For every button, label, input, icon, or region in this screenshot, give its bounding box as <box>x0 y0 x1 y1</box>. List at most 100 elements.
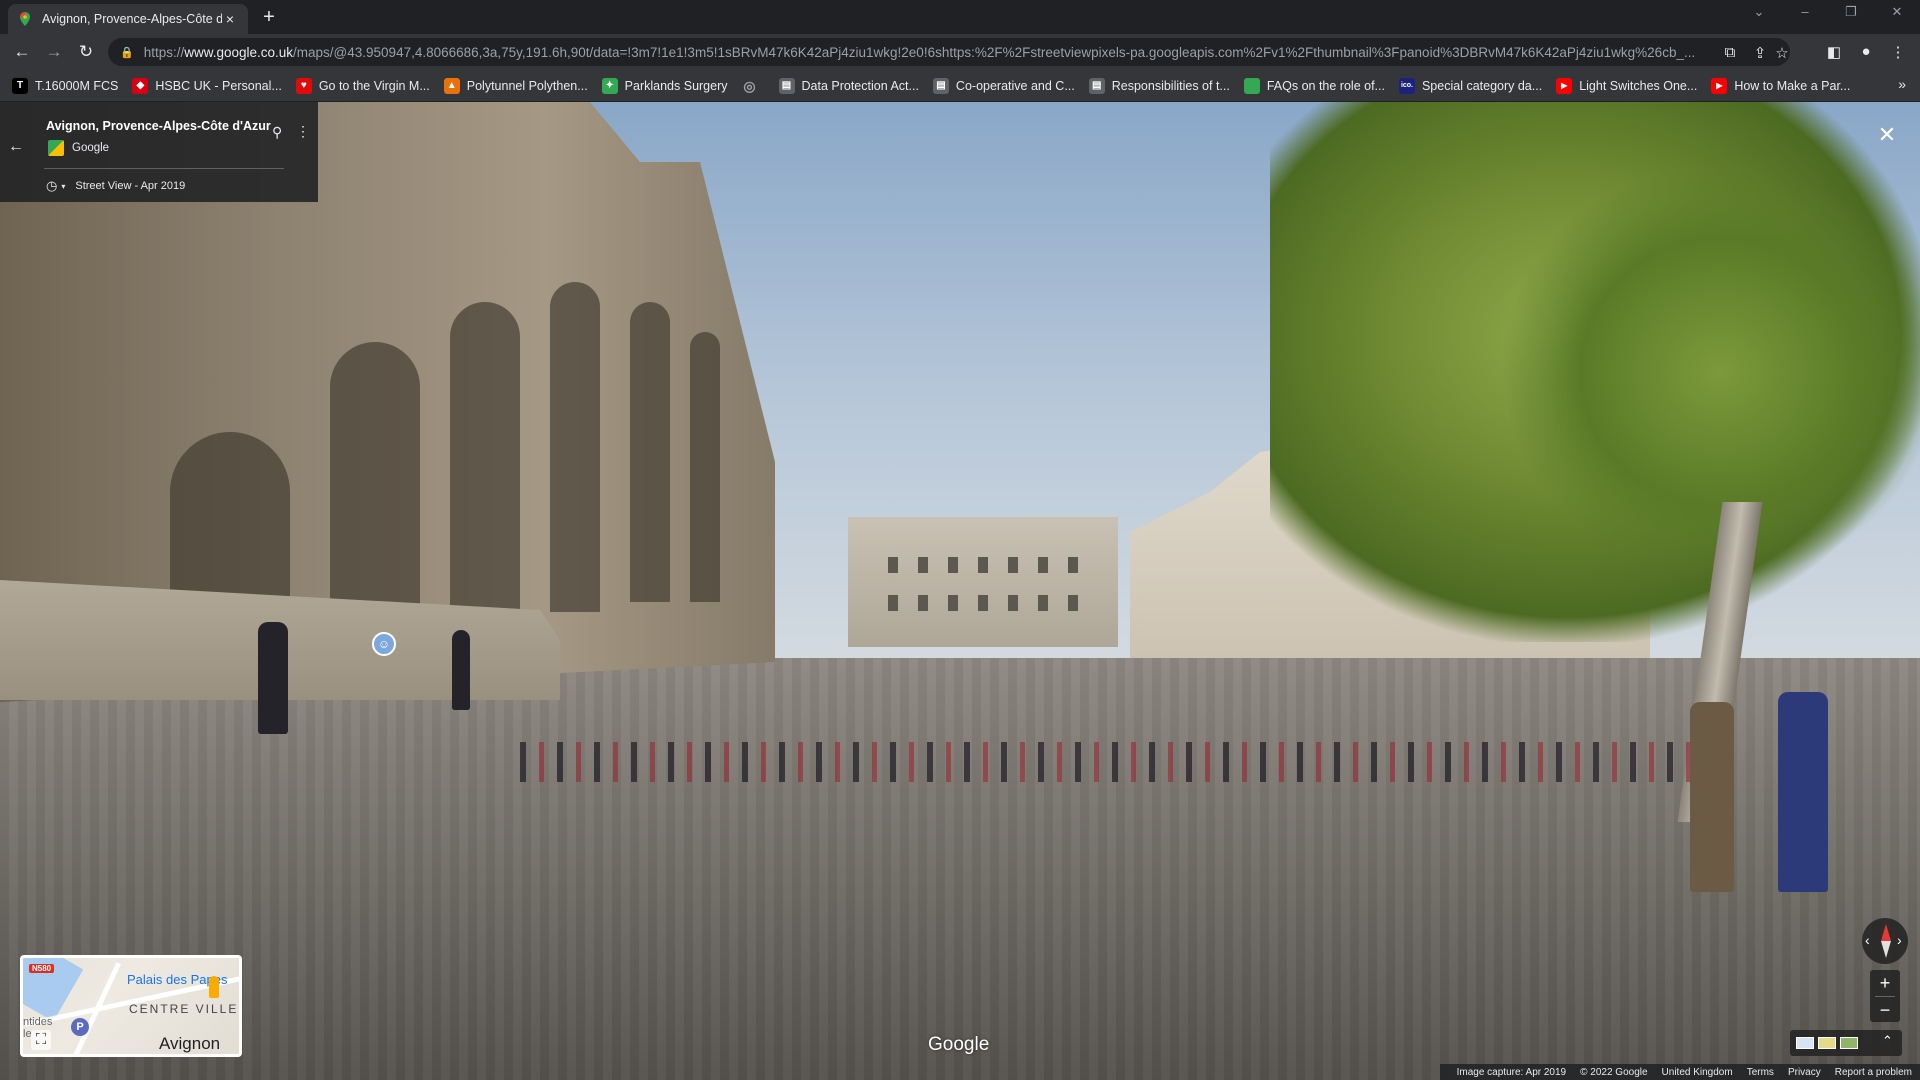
pedestrian <box>452 630 470 710</box>
youtube-icon: ▶ <box>1711 77 1728 94</box>
window-restore-button[interactable]: ❐ <box>1836 4 1866 20</box>
zoom-control: + − <box>1870 970 1900 1022</box>
new-tab-button[interactable]: + <box>258 6 280 29</box>
bookmark-item[interactable]: T T.16000M FCS <box>12 77 118 94</box>
forward-button[interactable]: → <box>43 41 65 63</box>
close-street-view-icon[interactable]: ✕ <box>1872 122 1902 148</box>
bookmark-favicon-icon: ▤ <box>932 77 949 94</box>
tree-foliage <box>1500 162 1920 582</box>
menu-kebab-icon[interactable]: ⋮ <box>1888 43 1908 61</box>
report-problem-link[interactable]: Report a problem <box>1835 1067 1912 1078</box>
globe-icon: ◎ <box>743 77 756 94</box>
bookmark-label: Special category da... <box>1421 78 1543 93</box>
minimap[interactable]: N580 Palais des Papes CENTRE VILLE Avign… <box>20 955 242 1057</box>
bookmark-item[interactable]: ▲ Polytunnel Polythen... <box>443 77 588 94</box>
tab-title: Avignon, Provence-Alpes-Côte d <box>42 12 222 26</box>
share-icon[interactable]: ⇪ <box>1750 44 1770 62</box>
google-watermark: Google <box>928 1034 990 1055</box>
time-travel-button[interactable]: ◷ ▾ Street View - Apr 2019 <box>46 178 185 194</box>
window-minimize-button[interactable]: – <box>1790 4 1820 19</box>
bookmark-label: HSBC UK - Personal... <box>155 78 282 93</box>
bookmark-favicon-icon: ▤ <box>1088 77 1105 94</box>
bookmark-item[interactable]: ▶ How to Make a Par... <box>1711 77 1850 94</box>
bookmark-item[interactable]: ◆ HSBC UK - Personal... <box>132 77 282 94</box>
street-view-panorama[interactable] <box>0 102 1920 1080</box>
bookmark-item[interactable]: ▤ Responsibilities of t... <box>1088 77 1230 94</box>
window-close-button[interactable]: ✕ <box>1882 4 1912 20</box>
layer-thumbnail[interactable] <box>1840 1037 1858 1049</box>
attribution-footer: Image capture: Apr 2019 © 2022 Google Un… <box>1440 1064 1920 1080</box>
bookmark-item[interactable]: ♥ Go to the Virgin M... <box>295 77 430 94</box>
divider <box>44 168 284 169</box>
clock-icon: ◷ <box>46 178 58 193</box>
browser-tab-strip: Avignon, Provence-Alpes-Côte d × + ⌄ – ❐… <box>0 0 1920 34</box>
crowd <box>520 742 1700 782</box>
bookmark-item[interactable]: ◎ <box>742 78 765 94</box>
image-capture-date: Image capture: Apr 2019 <box>1456 1066 1567 1078</box>
pedestrian <box>1690 702 1734 892</box>
open-in-app-icon[interactable]: ⧉ <box>1720 44 1740 61</box>
bookmark-label: Parklands Surgery <box>624 78 728 93</box>
bookmark-label: Co-operative and C... <box>955 78 1075 93</box>
layer-thumbnail[interactable] <box>1818 1037 1836 1049</box>
browser-tab-active[interactable]: Avignon, Provence-Alpes-Côte d × <box>8 4 248 34</box>
parking-icon[interactable]: P <box>71 1018 89 1036</box>
region-link[interactable]: United Kingdom <box>1662 1067 1733 1078</box>
more-options-icon[interactable]: ⋮ <box>296 123 310 140</box>
zoom-in-button[interactable]: + <box>1870 970 1900 996</box>
back-arrow-icon[interactable]: ← <box>6 138 26 156</box>
bookmark-item[interactable]: ✦ Parklands Surgery <box>601 77 728 94</box>
profile-icon[interactable]: ● <box>1856 43 1876 60</box>
layer-thumbnail[interactable] <box>1796 1037 1814 1049</box>
address-bar[interactable]: 🔒 https://www.google.co.uk/maps/@43.9509… <box>108 38 1790 66</box>
url-host: www.google.co.uk <box>184 44 294 60</box>
bookmark-favicon-icon: ▤ <box>778 77 795 94</box>
lock-icon[interactable]: 🔒 <box>120 46 134 59</box>
terms-link[interactable]: Terms <box>1747 1067 1774 1078</box>
expand-map-icon[interactable]: ⛶ <box>31 1030 51 1050</box>
pin-icon[interactable]: ⚲ <box>272 124 282 141</box>
bookmark-item[interactable]: ▤ Data Protection Act... <box>778 77 919 94</box>
pegman-icon[interactable] <box>209 976 219 998</box>
reload-button[interactable]: ↻ <box>75 41 97 63</box>
bookmark-item[interactable]: ▤ Co-operative and C... <box>932 77 1075 94</box>
chevron-down-icon: ▾ <box>61 181 66 191</box>
rotate-left-icon[interactable]: ‹ <box>1865 932 1870 948</box>
road-badge: N580 <box>29 964 55 973</box>
building-center <box>848 517 1118 647</box>
tab-close-icon[interactable]: × <box>222 11 238 27</box>
bookmark-favicon-icon: ◆ <box>132 77 149 94</box>
navigation-marker-icon[interactable]: ☺ <box>372 632 396 656</box>
bookmark-item[interactable]: ▶ Light Switches One... <box>1556 77 1698 94</box>
bookmark-item[interactable]: ico. Special category da... <box>1398 77 1543 94</box>
bookmark-star-icon[interactable]: ☆ <box>1772 44 1792 62</box>
location-title: Avignon, Provence-Alpes-Côte d'Azur <box>46 119 271 133</box>
url-text[interactable]: https://www.google.co.uk/maps/@43.950947… <box>144 45 1734 60</box>
district-label: CENTRE VILLE <box>129 1002 239 1016</box>
maps-pin-icon <box>20 12 30 26</box>
bookmark-label: Responsibilities of t... <box>1111 78 1230 93</box>
rotate-right-icon[interactable]: › <box>1897 932 1902 948</box>
privacy-link[interactable]: Privacy <box>1788 1067 1821 1078</box>
bookmark-item[interactable]: ■ FAQs on the role of... <box>1243 77 1385 94</box>
bookmark-label: Go to the Virgin M... <box>318 78 430 93</box>
pedestrian <box>258 622 288 734</box>
source-label: Google <box>48 140 109 156</box>
browser-toolbar: ← → ↻ 🔒 https://www.google.co.uk/maps/@4… <box>0 34 1920 70</box>
cobblestone-square <box>0 658 1920 1080</box>
chevron-up-icon[interactable]: ⌃ <box>1882 1033 1893 1049</box>
back-button[interactable]: ← <box>11 41 33 63</box>
copyright-text: © 2022 Google <box>1580 1066 1648 1078</box>
side-panel-icon[interactable]: ◧ <box>1824 43 1844 61</box>
tab-search-icon[interactable]: ⌄ <box>1744 4 1774 20</box>
street-view-date: Street View - Apr 2019 <box>75 180 186 192</box>
bookmark-favicon-icon: ✦ <box>601 77 618 94</box>
bookmarks-overflow-button[interactable]: » <box>1898 76 1906 92</box>
bookmark-label: Polytunnel Polythen... <box>466 78 588 93</box>
compass-control[interactable]: ‹ › <box>1862 918 1908 964</box>
zoom-out-button[interactable]: − <box>1870 997 1900 1023</box>
layers-control[interactable]: ⌃ <box>1790 1030 1902 1056</box>
bookmark-label: FAQs on the role of... <box>1266 78 1385 93</box>
bookmark-label: Light Switches One... <box>1579 78 1698 93</box>
compass-south-icon <box>1881 941 1891 958</box>
